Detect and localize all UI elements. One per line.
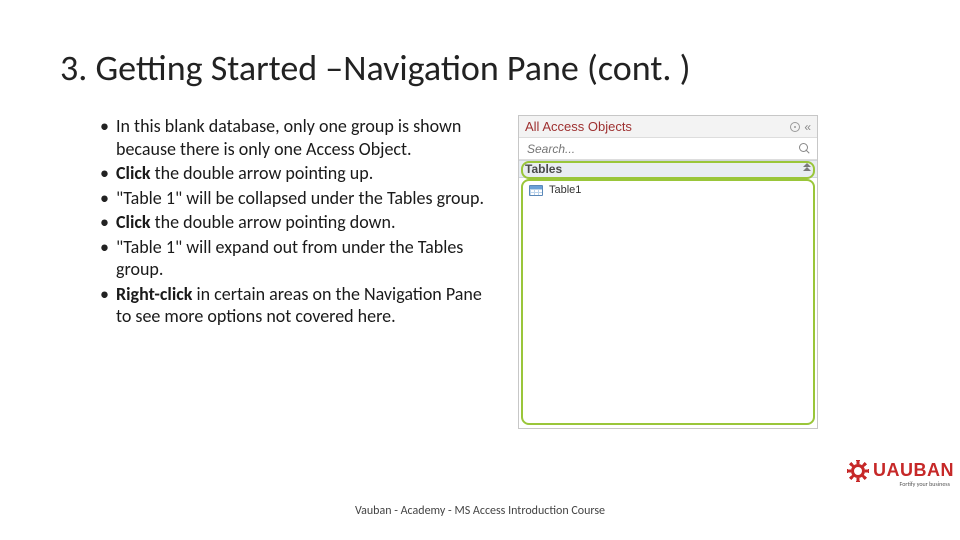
- group-body: Table1: [519, 178, 817, 428]
- group-label: Tables: [525, 162, 562, 176]
- object-label: Table1: [549, 184, 581, 196]
- navpane-title: All Access Objects: [525, 119, 632, 134]
- bullet-item: In this blank database, only one group i…: [100, 115, 500, 160]
- bullet-item: Click the double arrow pointing down.: [100, 211, 500, 234]
- bullet-item: Right-click in certain areas on the Navi…: [100, 283, 500, 328]
- bullet-column: In this blank database, only one group i…: [60, 115, 500, 330]
- brand-name: UAUBAN: [873, 460, 954, 480]
- bullet-list: In this blank database, only one group i…: [100, 115, 500, 328]
- group-header-tables[interactable]: Tables: [519, 160, 817, 178]
- bullet-item: Click the double arrow pointing up.: [100, 162, 500, 185]
- bullet-item: "Table 1" will expand out from under the…: [100, 236, 500, 281]
- gear-icon: [847, 460, 869, 482]
- navpane-search-row: [519, 138, 817, 160]
- table-icon: [529, 185, 543, 196]
- brand-logo: UAUBAN Fortify your business: [847, 460, 954, 482]
- search-icon[interactable]: [799, 143, 811, 155]
- dropdown-icon[interactable]: [790, 122, 800, 132]
- collapse-pane-icon[interactable]: «: [804, 121, 811, 133]
- brand-tagline: Fortify your business: [900, 480, 950, 488]
- navigation-pane: All Access Objects « Tables: [518, 115, 818, 429]
- content-row: In this blank database, only one group i…: [60, 115, 900, 429]
- bullet-item: "Table 1" will be collapsed under the Ta…: [100, 187, 500, 210]
- navpane-header[interactable]: All Access Objects «: [519, 116, 817, 138]
- search-input[interactable]: [525, 141, 725, 157]
- navpane-header-icons: «: [790, 121, 811, 133]
- screenshot-column: All Access Objects « Tables: [518, 115, 818, 429]
- slide: 3. Getting Started –Navigation Pane (con…: [0, 0, 960, 540]
- slide-title: 3. Getting Started –Navigation Pane (con…: [60, 48, 900, 89]
- object-item-table1[interactable]: Table1: [525, 182, 811, 198]
- slide-footer: Vauban - Academy - MS Access Introductio…: [0, 504, 960, 518]
